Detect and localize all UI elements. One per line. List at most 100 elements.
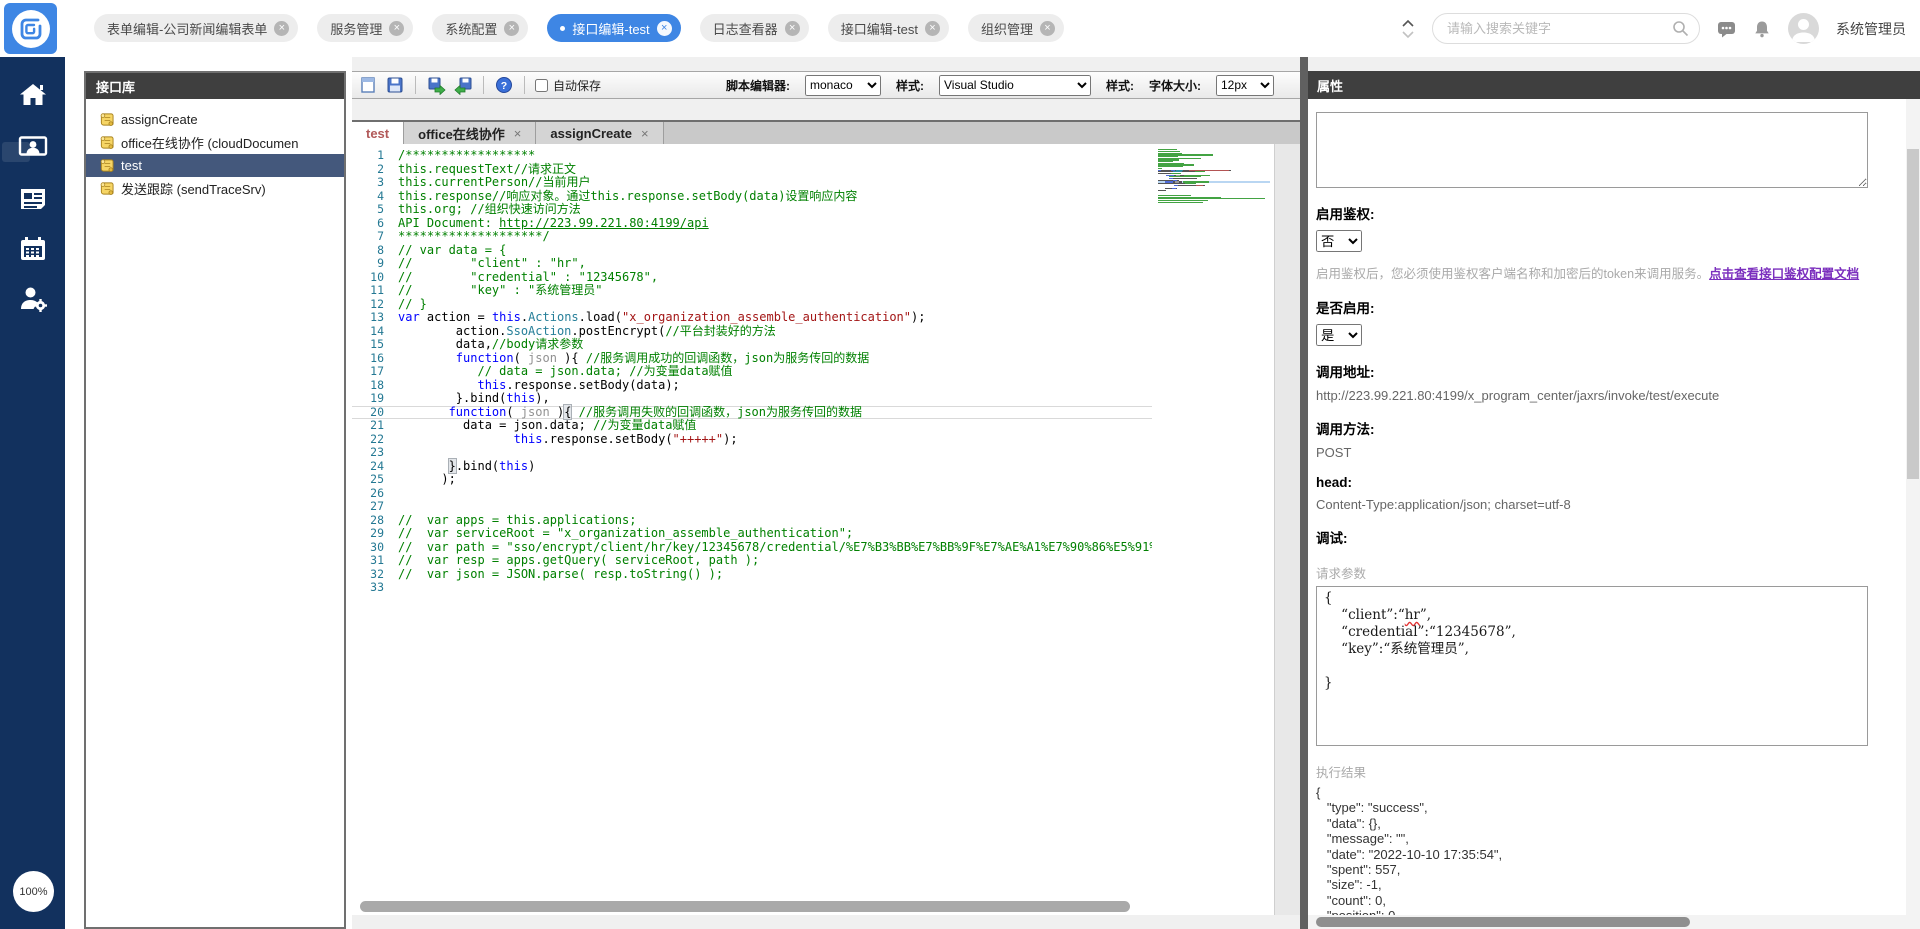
- enable-select[interactable]: 是: [1316, 324, 1362, 346]
- editor-toolbar: ? 自动保存 脚本编辑器: monaco 样式: Visual Studio 样…: [352, 71, 1300, 99]
- code-line[interactable]: 18 this.response.setBody(data);: [352, 379, 1152, 393]
- code-line[interactable]: 2this.requestText//请求正文: [352, 163, 1152, 177]
- zoom-level-badge[interactable]: 100%: [13, 871, 54, 912]
- calendar-icon[interactable]: [17, 233, 49, 265]
- code-line[interactable]: 6API Document: http://223.99.221.80:4199…: [352, 217, 1152, 231]
- vertical-scrollbar-thumb[interactable]: [1907, 149, 1919, 479]
- properties-horizontal-scrollbar[interactable]: [1308, 915, 1906, 929]
- code-line[interactable]: 25 );: [352, 473, 1152, 487]
- tab-close-icon[interactable]: ×: [785, 21, 800, 36]
- font-size-select[interactable]: 12px: [1216, 75, 1274, 96]
- code-line[interactable]: 28// var apps = this.applications;: [352, 514, 1152, 528]
- tab-close-icon[interactable]: ×: [389, 21, 404, 36]
- library-item[interactable]: office在线协作 (cloudDocumen: [86, 131, 344, 154]
- editor-tab-close-icon[interactable]: ×: [514, 126, 522, 141]
- panel-collapse-handle[interactable]: [2, 142, 30, 162]
- editor-tab-close-icon[interactable]: ×: [641, 126, 649, 141]
- tab-close-icon[interactable]: ×: [1040, 21, 1055, 36]
- import-button[interactable]: [453, 75, 473, 95]
- auth-doc-link[interactable]: 点击查看接口鉴权配置文档: [1709, 267, 1859, 281]
- export-button[interactable]: [426, 75, 446, 95]
- chevron-down-icon[interactable]: [1401, 31, 1415, 39]
- script-editor-select[interactable]: monaco: [805, 75, 881, 96]
- code-line[interactable]: 20 function( json ){ //服务调用失败的回调函数，json为…: [352, 406, 1152, 420]
- auth-hint: 启用鉴权后，您必须使用鉴权客户端名称和加密后的token来调用服务。点击查看接口…: [1316, 263, 1896, 282]
- search-icon[interactable]: [1672, 20, 1689, 37]
- code-line[interactable]: 13var action = this.Actions.load("x_orga…: [352, 311, 1152, 325]
- code-text: [398, 581, 405, 595]
- code-line[interactable]: 27: [352, 500, 1152, 514]
- code-line[interactable]: 19 }.bind(this),: [352, 392, 1152, 406]
- search-input[interactable]: [1447, 21, 1672, 36]
- app-logo[interactable]: [4, 3, 57, 54]
- code-line[interactable]: 7********************/: [352, 230, 1152, 244]
- window-tab[interactable]: 表单编辑-公司新闻编辑表单×: [94, 14, 298, 42]
- code-line[interactable]: 9// "client" : "hr",: [352, 257, 1152, 271]
- user-name[interactable]: 系统管理员: [1836, 19, 1906, 39]
- horizontal-scrollbar-thumb[interactable]: [1316, 917, 1690, 927]
- library-item[interactable]: assignCreate: [86, 108, 344, 131]
- window-tab-label: 组织管理: [981, 19, 1033, 38]
- user-avatar[interactable]: [1788, 13, 1819, 44]
- code-line[interactable]: 5this.org; //组织快速访问方法: [352, 203, 1152, 217]
- library-item[interactable]: 发送跟踪 (sendTraceSrv): [86, 177, 344, 200]
- style-label: 样式:: [896, 77, 924, 94]
- code-line[interactable]: 4this.response//响应对象。通过this.response.set…: [352, 190, 1152, 204]
- tab-close-icon[interactable]: ×: [925, 21, 940, 36]
- code-line[interactable]: 29// var serviceRoot = "x_organization_a…: [352, 527, 1152, 541]
- code-line[interactable]: 21 data = json.data; //为变量data赋值: [352, 419, 1152, 433]
- editor-tab[interactable]: office在线协作×: [404, 122, 536, 144]
- code-line[interactable]: 32// var json = JSON.parse( resp.toStrin…: [352, 568, 1152, 582]
- code-line[interactable]: 15 data,//body请求参数: [352, 338, 1152, 352]
- code-editor[interactable]: 1/******************2this.requestText//请…: [352, 144, 1152, 915]
- library-item[interactable]: test: [86, 154, 344, 177]
- save-button[interactable]: [385, 75, 405, 95]
- window-tab[interactable]: 系统配置×: [432, 14, 528, 42]
- help-button[interactable]: ?: [494, 75, 514, 95]
- chevron-up-icon[interactable]: [1401, 19, 1415, 27]
- tab-close-icon[interactable]: ×: [657, 21, 672, 36]
- news-icon[interactable]: [17, 183, 49, 215]
- code-line[interactable]: 3this.currentPerson//当前用户: [352, 176, 1152, 190]
- code-line[interactable]: 26: [352, 487, 1152, 501]
- description-textarea[interactable]: [1316, 112, 1868, 188]
- editor-tab[interactable]: assignCreate×: [536, 122, 663, 144]
- topbar-right: 系统管理员: [1401, 0, 1906, 57]
- code-line[interactable]: 16 function( json ){ //服务调用成功的回调函数，json为…: [352, 352, 1152, 366]
- code-line[interactable]: 11// "key" : "系统管理员": [352, 284, 1152, 298]
- window-tab[interactable]: 组织管理 ×: [968, 14, 1064, 42]
- message-icon[interactable]: [1717, 20, 1736, 38]
- style-select[interactable]: Visual Studio: [939, 75, 1091, 96]
- code-line[interactable]: 17 // data = json.data; //为变量data赋值: [352, 365, 1152, 379]
- code-line[interactable]: 33: [352, 581, 1152, 595]
- code-line[interactable]: 24 }.bind(this): [352, 460, 1152, 474]
- new-button[interactable]: [358, 75, 378, 95]
- code-line[interactable]: 30// var path = "sso/encrypt/client/hr/k…: [352, 541, 1152, 555]
- line-number: 13: [352, 311, 398, 325]
- code-line[interactable]: 10// "credential" : "12345678",: [352, 271, 1152, 285]
- auth-select[interactable]: 否: [1316, 230, 1362, 252]
- code-line[interactable]: 12// }: [352, 298, 1152, 312]
- code-line[interactable]: 22 this.response.setBody("+++++");: [352, 433, 1152, 447]
- code-line[interactable]: 1/******************: [352, 149, 1152, 163]
- autosave-checkbox[interactable]: [535, 79, 548, 92]
- notification-bell-icon[interactable]: [1753, 20, 1771, 38]
- editor-horizontal-scrollbar[interactable]: [360, 901, 1130, 912]
- properties-vertical-scrollbar[interactable]: [1906, 99, 1920, 929]
- home-icon[interactable]: [17, 79, 49, 111]
- code-line[interactable]: 23: [352, 446, 1152, 460]
- panel-splitter[interactable]: [1300, 57, 1308, 929]
- tab-close-icon[interactable]: ×: [274, 21, 289, 36]
- minimap[interactable]: [1152, 144, 1274, 915]
- editor-tab[interactable]: test: [352, 122, 404, 144]
- code-line[interactable]: 14 action.SsoAction.postEncrypt(//平台封装好的…: [352, 325, 1152, 339]
- window-tab[interactable]: 接口编辑-test×: [547, 14, 680, 42]
- code-line[interactable]: 8// var data = {: [352, 244, 1152, 258]
- window-tab[interactable]: 服务管理×: [317, 14, 413, 42]
- window-tab[interactable]: 日志查看器×: [700, 14, 809, 42]
- tab-close-icon[interactable]: ×: [504, 21, 519, 36]
- user-settings-icon[interactable]: [17, 283, 49, 315]
- window-tab[interactable]: 接口编辑-test×: [828, 14, 949, 42]
- code-line[interactable]: 31// var resp = apps.getQuery( serviceRo…: [352, 554, 1152, 568]
- request-params-textarea[interactable]: { “client”:“hr”, “credential”:“12345678”…: [1316, 586, 1868, 746]
